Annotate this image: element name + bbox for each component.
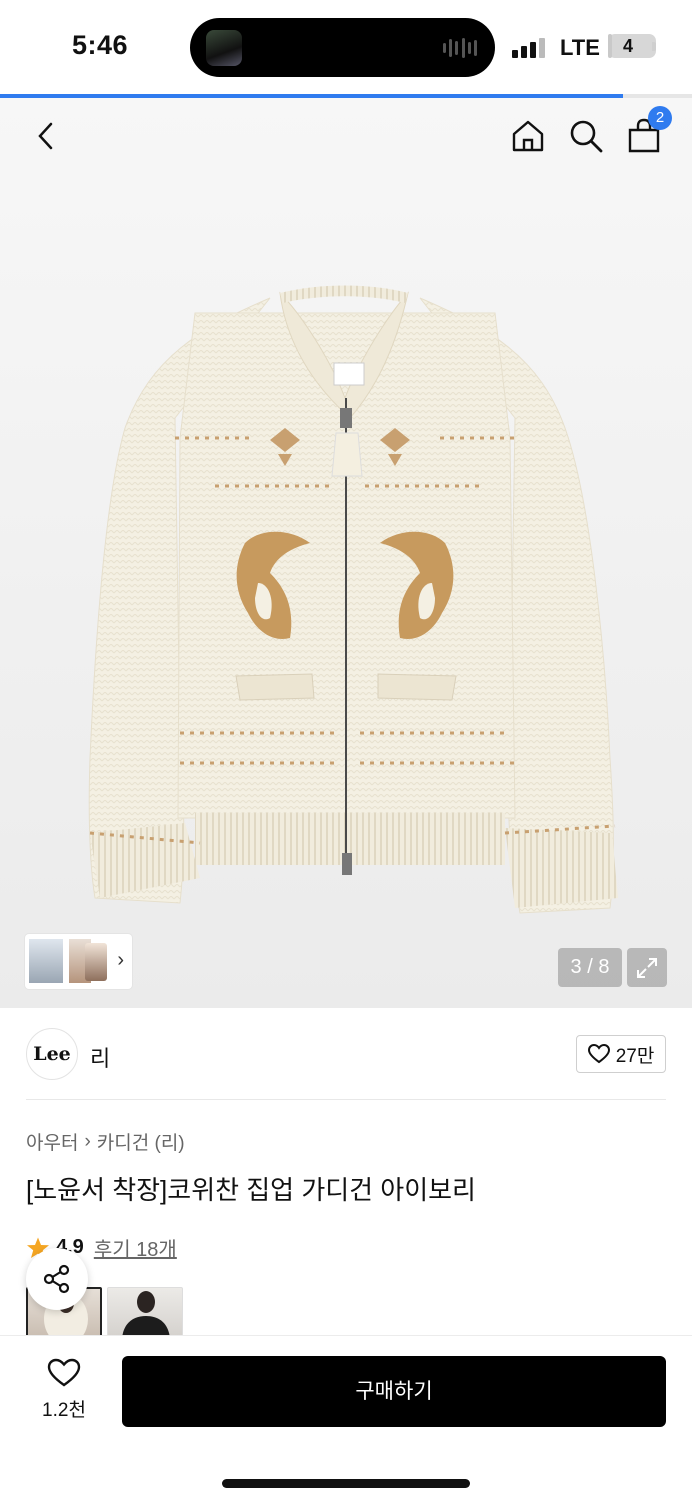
product-title: [노윤서 착장]코위찬 집업 가디건 아이보리 [26, 1175, 476, 1205]
home-icon [512, 120, 544, 152]
product-gallery[interactable]: 2 › 3 / 8 [0, 98, 692, 1008]
chevron-right-icon: › [117, 949, 124, 971]
heart-icon [47, 1358, 81, 1387]
look-thumbnails[interactable]: › [25, 934, 132, 989]
product-like-count: 1.2천 [42, 1400, 86, 1421]
brand-like-count: 27만 [615, 1045, 655, 1067]
breadcrumb-item[interactable]: 카디건 (리) [97, 1128, 185, 1155]
breadcrumb: 아우터 › 카디건 (리) [26, 1128, 185, 1155]
search-icon [570, 120, 603, 153]
audio-wave-icon [443, 37, 477, 59]
status-bar: 5:46 LTE 4 [0, 0, 692, 92]
expand-button[interactable] [627, 948, 667, 987]
brand-like-button[interactable]: 27만 [576, 1035, 666, 1073]
home-button[interactable] [508, 116, 548, 156]
top-nav: 2 [0, 98, 692, 178]
breadcrumb-item[interactable]: 아우터 [26, 1128, 78, 1155]
search-button[interactable] [566, 116, 606, 156]
divider [26, 1099, 666, 1100]
cart-count-badge: 2 [648, 106, 672, 130]
share-icon [43, 1264, 70, 1294]
share-button[interactable] [26, 1248, 88, 1310]
chevron-right-icon: › [84, 1130, 91, 1152]
now-playing-thumbnail [206, 30, 242, 66]
option-image [122, 1291, 170, 1336]
cart-button[interactable]: 2 [624, 106, 672, 156]
battery-label: 4 [622, 36, 633, 56]
buy-button[interactable]: 구매하기 [122, 1356, 666, 1427]
dynamic-island[interactable] [190, 18, 495, 77]
brand-logo[interactable]: Lee [26, 1028, 78, 1080]
back-icon [38, 122, 53, 150]
back-button[interactable] [26, 116, 66, 156]
product-like-button[interactable]: 1.2천 [26, 1358, 102, 1428]
product-image [88, 285, 618, 914]
home-indicator [222, 1479, 470, 1488]
color-option-black[interactable] [107, 1287, 183, 1337]
status-time: 5:46 [72, 30, 129, 60]
review-link[interactable]: 후기 18개 [94, 1233, 177, 1262]
network-label: LTE [560, 35, 600, 60]
expand-icon [637, 957, 657, 978]
brand-name[interactable]: 리 [90, 1041, 110, 1073]
battery-nub [652, 42, 656, 51]
look-thumbnail [29, 939, 63, 983]
heart-icon [587, 1044, 610, 1064]
image-page-counter: 3 / 8 [558, 948, 622, 987]
battery-icon: 4 [608, 34, 656, 58]
look-thumbnail [85, 943, 107, 981]
signal-icon [512, 36, 545, 58]
brand-row[interactable]: Lee 리 27만 [26, 1028, 666, 1080]
bottom-action-bar: 1.2천 구매하기 [0, 1335, 692, 1500]
